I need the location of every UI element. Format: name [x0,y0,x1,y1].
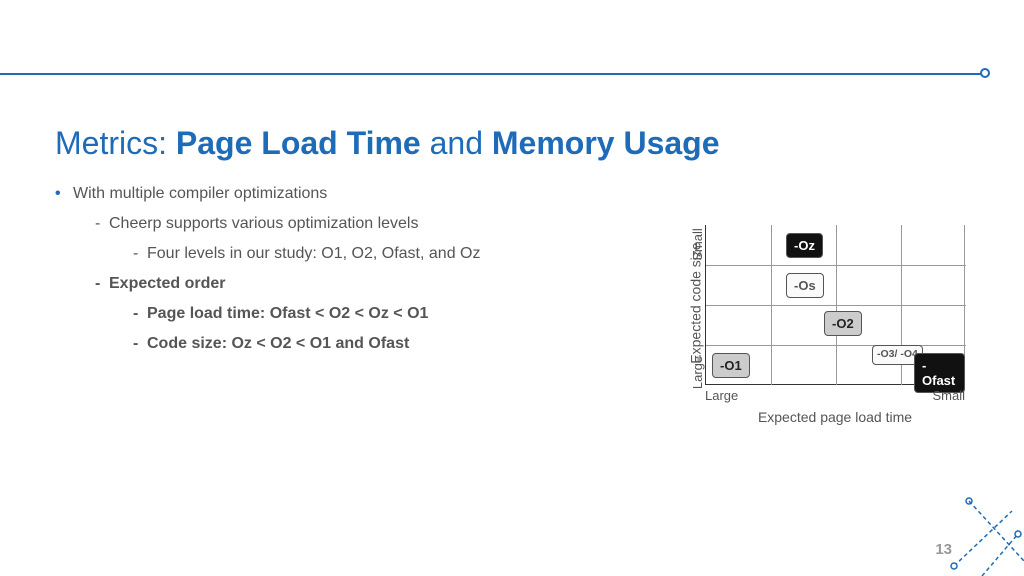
chart-box-oz: -Oz [786,233,823,258]
bullet-text: Four levels in our study: O1, O2, Ofast,… [147,245,480,262]
title-strong-2: Memory Usage [492,125,720,161]
x-axis-ticks: Large Small [705,388,965,403]
chart-box-os: -Os [786,273,824,298]
title-strong-1: Page Load Time [176,125,421,161]
bullet-lvl3: Four levels in our study: O1, O2, Ofast,… [133,245,615,263]
chart-box-o2: -O2 [824,311,862,336]
chart-grid: -Oz -Os -O2 -O1 -O3/ -O4 -Ofast [705,225,965,385]
bullet-text: Expected order [109,275,225,292]
bullet-lvl2: Cheerp supports various optimization lev… [95,215,615,233]
header-line [0,73,984,75]
bullet-text: With multiple compiler optimizations [73,185,327,202]
page-title: Metrics: Page Load Time and Memory Usage [55,125,720,162]
bullet-text: Cheerp supports various optimization lev… [109,215,418,232]
y-tick-small: Small [690,228,705,261]
header-line-circle [980,68,990,78]
slide: Metrics: Page Load Time and Memory Usage… [0,0,1024,576]
body-content: With multiple compiler optimizations Che… [55,185,615,365]
bullet-text: Code size: Oz < O2 < O1 and Ofast [147,335,409,352]
title-mid: and [421,125,492,161]
gridline-v [771,225,772,385]
bullet-lvl1: With multiple compiler optimizations [55,185,615,203]
bullet-lvl3-bold: Code size: Oz < O2 < O1 and Ofast [133,335,615,353]
x-axis-label: Expected page load time [705,409,965,425]
bullet-list: With multiple compiler optimizations Che… [55,185,615,353]
gridline-v [836,225,837,385]
bullet-lvl2-bold: Expected order [95,275,615,293]
bullet-text: Page load time: Ofast < O2 < Oz < O1 [147,305,428,322]
title-prefix: Metrics: [55,125,176,161]
chart-box-o1: -O1 [712,353,750,378]
y-tick-large: Large [690,356,705,389]
x-tick-large: Large [705,388,738,403]
bullet-lvl3-bold: Page load time: Ofast < O2 < Oz < O1 [133,305,615,323]
x-tick-small: Small [932,388,965,403]
chart-quadrant: Expected code size Small Large -Oz -Os -… [670,225,970,445]
chart-box-ofast: -Ofast [914,353,965,393]
corner-decoration [944,496,1024,576]
y-axis-ticks: Small Large [685,225,699,385]
